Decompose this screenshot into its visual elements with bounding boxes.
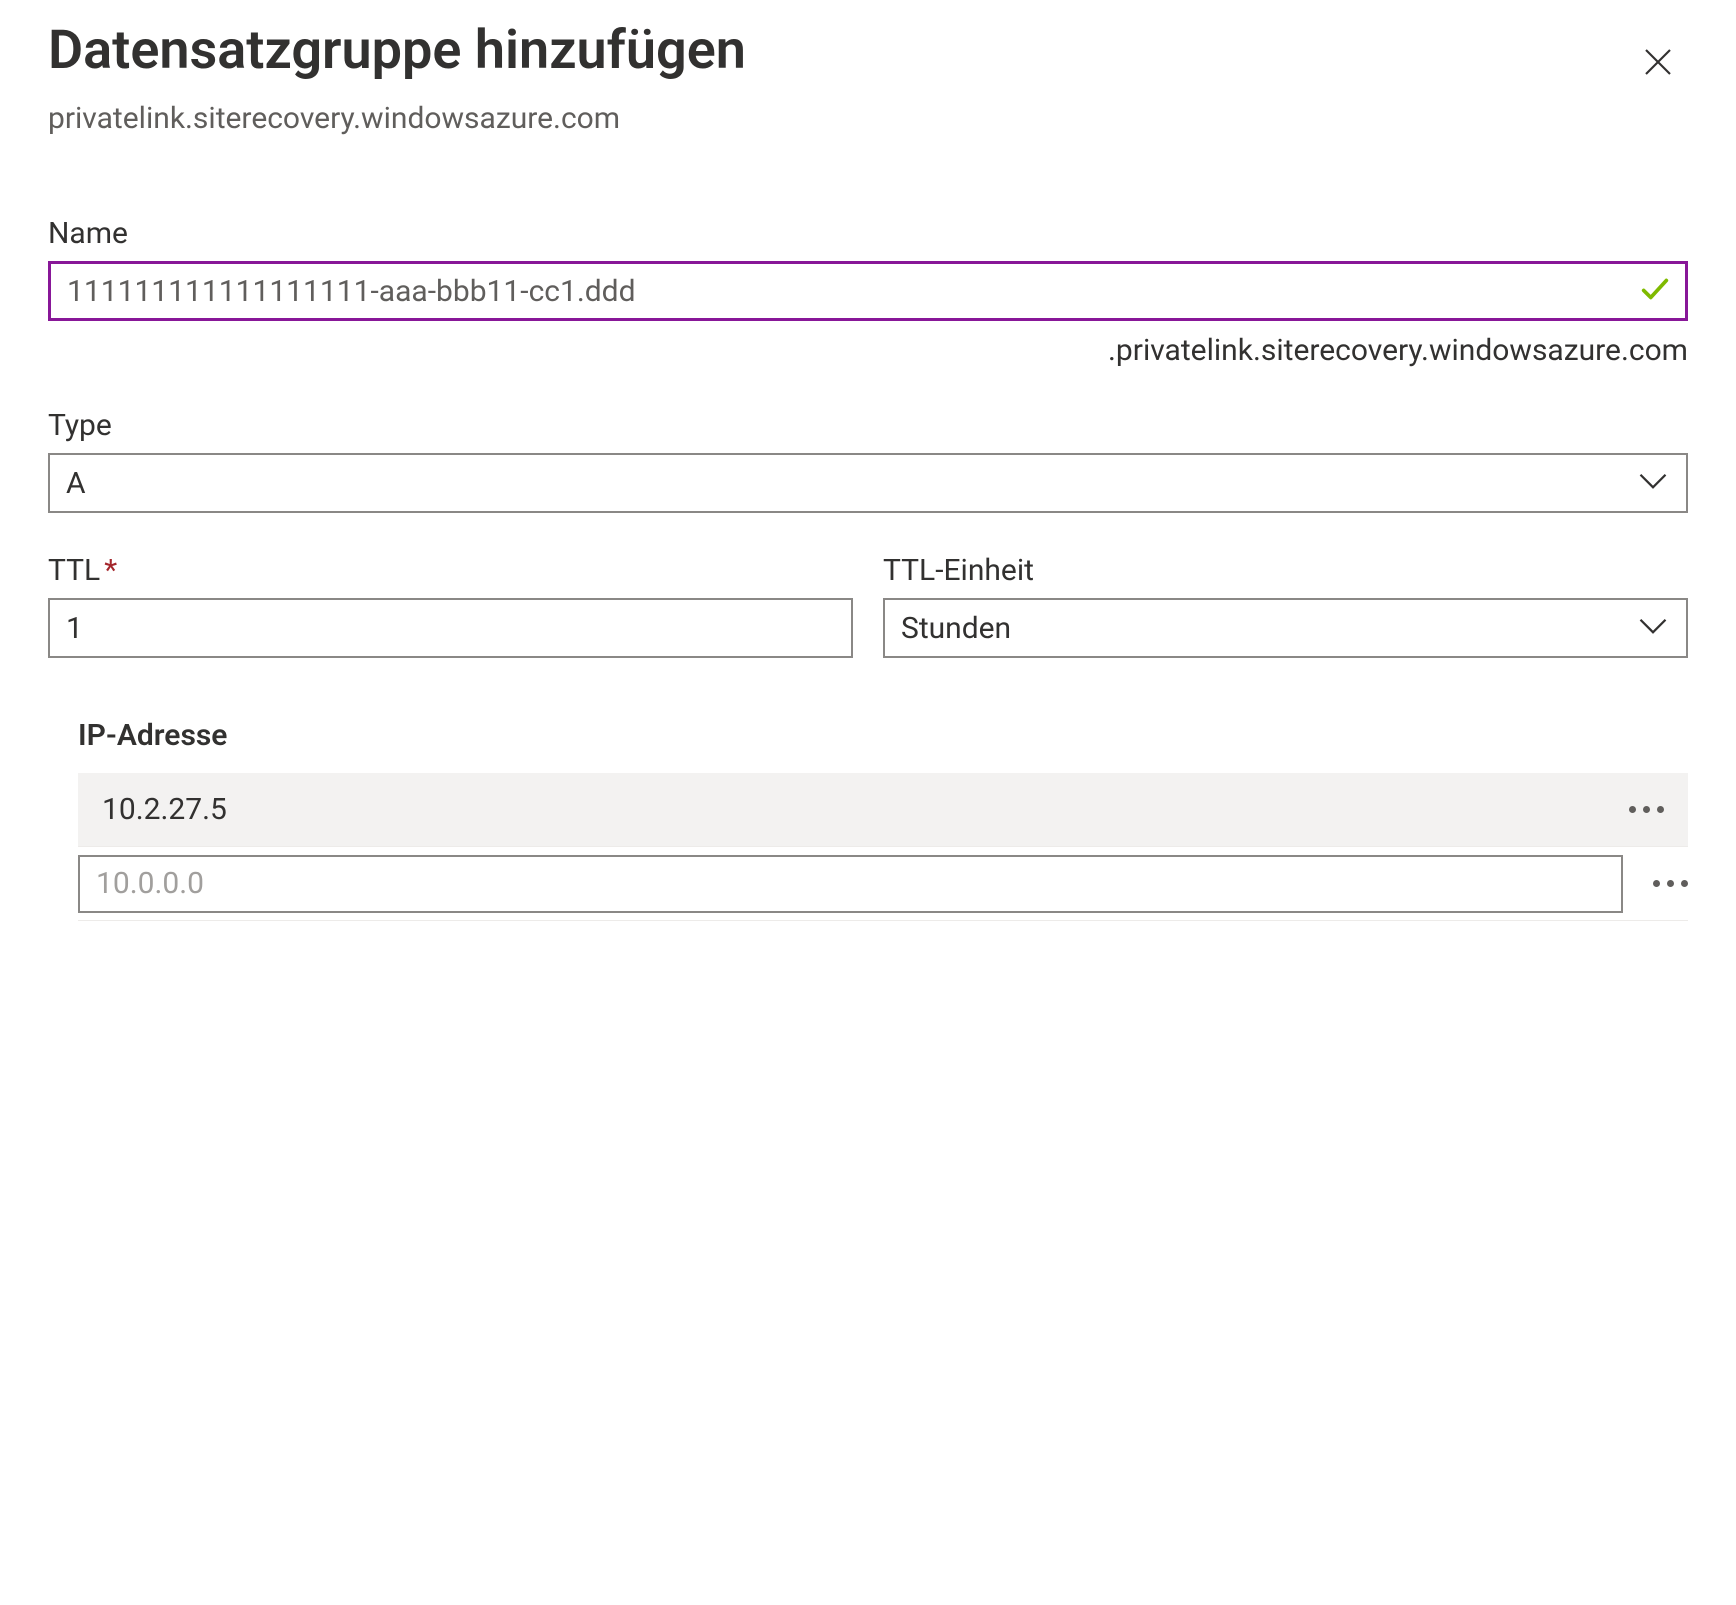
ttl-label: TTL* (48, 553, 853, 588)
ttl-unit-select[interactable]: Stunden (883, 598, 1688, 658)
name-label: Name (48, 216, 1688, 251)
close-icon (1640, 44, 1676, 83)
close-button[interactable] (1628, 32, 1688, 95)
panel-title: Datensatzgruppe hinzufügen (48, 20, 746, 82)
ip-new-input[interactable] (78, 855, 1623, 913)
ip-row-new (78, 847, 1688, 921)
ip-row: 10.2.27.5 (78, 773, 1688, 847)
ip-address-label: IP-Adresse (78, 718, 1688, 753)
ttl-input[interactable] (48, 598, 853, 658)
name-input[interactable] (48, 261, 1688, 321)
ip-row-more-button[interactable] (1645, 872, 1688, 895)
type-label: Type (48, 408, 1688, 443)
more-icon (1629, 806, 1664, 813)
required-indicator: * (104, 553, 117, 588)
checkmark-icon (1638, 272, 1672, 310)
ip-row-more-button[interactable] (1621, 798, 1664, 821)
more-icon (1653, 880, 1688, 887)
type-select[interactable]: A (48, 453, 1688, 513)
ttl-unit-label: TTL-Einheit (883, 553, 1688, 588)
name-suffix: .privatelink.siterecovery.windowsazure.c… (48, 333, 1688, 368)
ip-value: 10.2.27.5 (102, 792, 1621, 827)
panel-subtitle: privatelink.siterecovery.windowsazure.co… (48, 101, 1688, 136)
